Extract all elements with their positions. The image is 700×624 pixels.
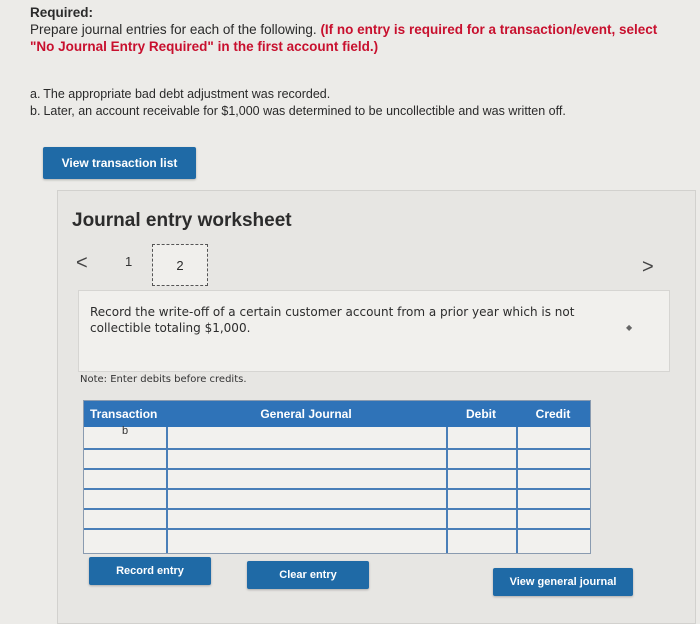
header-debit: Debit xyxy=(446,401,516,427)
row-3-credit-field[interactable] xyxy=(520,470,588,487)
header-transaction: Transaction xyxy=(84,401,166,427)
row-6-credit-field[interactable] xyxy=(520,530,588,550)
row-5-account-field[interactable] xyxy=(170,510,444,527)
journal-entry-table: Transaction General Journal Debit Credit… xyxy=(83,400,591,554)
row-2-credit-field[interactable] xyxy=(520,450,588,467)
record-entry-button[interactable]: Record entry xyxy=(89,557,211,585)
row-2-debit-field[interactable] xyxy=(450,450,514,467)
row-5-debit-field[interactable] xyxy=(450,510,514,527)
header-credit: Credit xyxy=(516,401,590,427)
transaction-item-a: a. The appropriate bad debt adjustment w… xyxy=(30,87,331,101)
worksheet-title: Journal entry worksheet xyxy=(72,210,292,231)
row-4-credit-field[interactable] xyxy=(520,490,588,507)
row-1-transaction: b xyxy=(122,425,129,437)
row-6-account-field[interactable] xyxy=(170,530,444,550)
transaction-item-b: b. Later, an account receivable for $1,0… xyxy=(30,104,566,118)
step-1-tab[interactable]: 1 xyxy=(125,254,132,269)
column-divider xyxy=(446,427,448,553)
row-4-account-field[interactable] xyxy=(170,490,444,507)
view-transaction-list-button[interactable]: View transaction list xyxy=(43,147,196,179)
instructions-title: Required: xyxy=(30,5,94,20)
instructions-text: Prepare journal entries for each of the … xyxy=(30,22,658,54)
column-divider xyxy=(516,427,518,553)
transaction-list: a. The appropriate bad debt adjustment w… xyxy=(30,86,566,120)
prev-arrow-icon[interactable]: < xyxy=(76,252,88,275)
row-1-account-field[interactable] xyxy=(170,429,444,447)
debit-credit-note: Note: Enter debits before credits. xyxy=(80,374,247,385)
entry-description: Record the write-off of a certain custom… xyxy=(90,305,575,335)
row-5-credit-field[interactable] xyxy=(520,510,588,527)
instructions: Required: Prepare journal entries for ea… xyxy=(30,4,680,55)
row-3-debit-field[interactable] xyxy=(450,470,514,487)
row-3-account-field[interactable] xyxy=(170,470,444,487)
row-2-account-field[interactable] xyxy=(170,450,444,467)
step-2-tab[interactable]: 2 xyxy=(152,244,208,286)
next-arrow-icon[interactable]: > xyxy=(642,256,654,279)
column-divider xyxy=(166,427,168,553)
row-1-credit-field[interactable] xyxy=(520,429,588,447)
row-6-debit-field[interactable] xyxy=(450,530,514,550)
row-1-debit-field[interactable] xyxy=(450,429,514,447)
row-4-debit-field[interactable] xyxy=(450,490,514,507)
header-general-journal: General Journal xyxy=(166,401,446,427)
clear-entry-button[interactable]: Clear entry xyxy=(247,561,369,589)
bullet-icon: ◆ xyxy=(626,323,633,332)
view-general-journal-button[interactable]: View general journal xyxy=(493,568,633,596)
